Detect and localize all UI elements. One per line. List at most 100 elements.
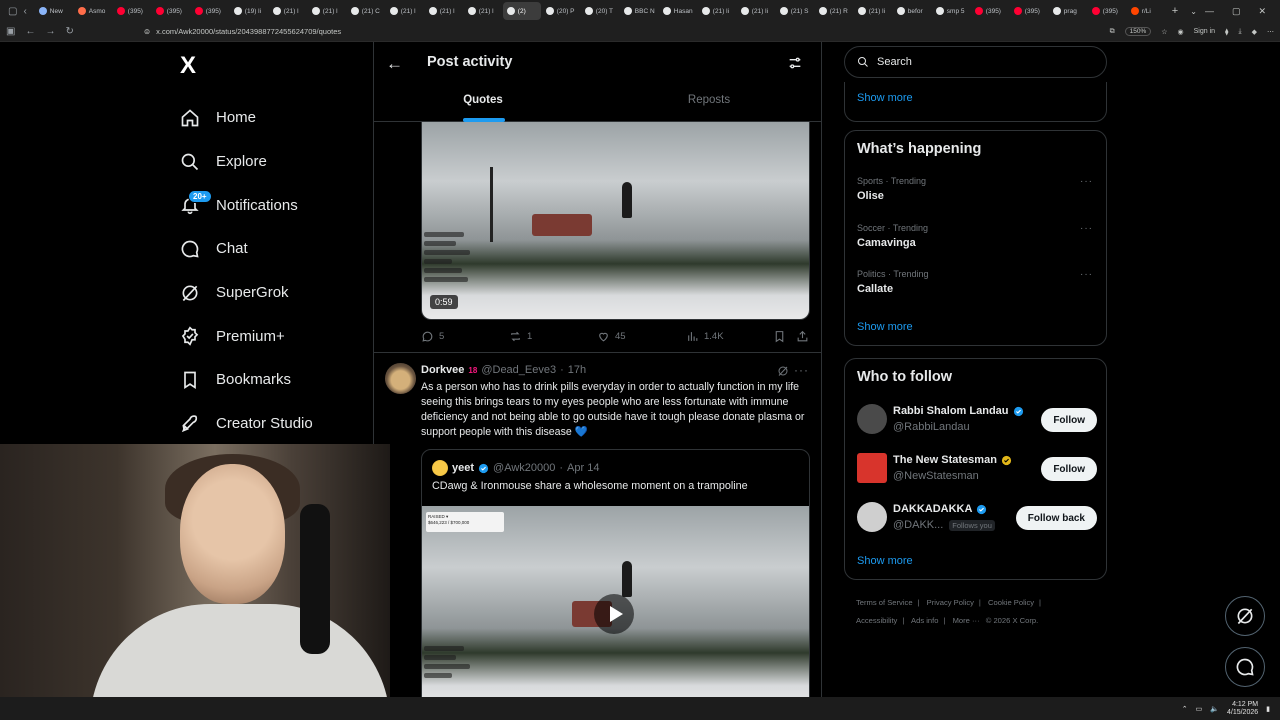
more-options-icon[interactable]: ···: [1080, 176, 1093, 187]
volume-icon[interactable]: 🔈: [1210, 705, 1219, 713]
forward-button[interactable]: →: [45, 26, 55, 37]
browser-tab[interactable]: (21) l: [464, 2, 502, 20]
tab-search-icon[interactable]: ⌄: [1190, 7, 1197, 16]
browser-tab[interactable]: (21) li: [854, 2, 892, 20]
downloads-icon[interactable]: ⤓: [1239, 28, 1242, 36]
footer-link[interactable]: Terms of Service: [856, 598, 913, 607]
browser-tab[interactable]: (21) l: [308, 2, 346, 20]
show-more-link[interactable]: Show more: [857, 321, 913, 333]
tab-quotes[interactable]: Quotes: [438, 94, 528, 106]
tab-reposts[interactable]: Reposts: [664, 94, 754, 106]
browser-tab[interactable]: (21) li: [698, 2, 736, 20]
nav-notifications[interactable]: 20+ Notifications: [180, 183, 370, 227]
browser-tab[interactable]: (21) l: [386, 2, 424, 20]
search-input[interactable]: Search: [844, 46, 1107, 78]
footer-link[interactable]: More ···: [953, 616, 980, 625]
copilot-icon[interactable]: ◆: [1252, 28, 1257, 36]
nav-chat[interactable]: Chat: [180, 227, 370, 271]
browser-tab[interactable]: (21) li: [737, 2, 775, 20]
tab-scroll-left-icon[interactable]: ‹: [23, 6, 26, 17]
show-more-link[interactable]: Show more: [857, 555, 913, 567]
messages-fab-button[interactable]: [1225, 647, 1265, 687]
bookmark-post-icon[interactable]: [773, 330, 786, 343]
avatar[interactable]: [857, 502, 887, 532]
install-icon[interactable]: ⧉: [1110, 28, 1115, 36]
network-icon[interactable]: ▭: [1196, 705, 1203, 713]
browser-tab[interactable]: New: [35, 2, 73, 20]
browser-tab[interactable]: (20) T: [581, 2, 619, 20]
sliders-icon[interactable]: [787, 55, 803, 71]
footer-link[interactable]: Privacy Policy: [927, 598, 974, 607]
trend-item[interactable]: Politics · Trending Callate ···: [857, 269, 1097, 295]
browser-tab[interactable]: smp 5: [932, 2, 970, 20]
browser-tab[interactable]: (21) C: [347, 2, 385, 20]
quoted-post[interactable]: yeet @Awk20000 · Apr 14 CDawg & Ironmous…: [421, 449, 810, 697]
trend-item[interactable]: Soccer · Trending Camavinga ···: [857, 223, 1097, 249]
follow-button[interactable]: Follow: [1041, 408, 1097, 432]
trend-item[interactable]: Sports · Trending Olise ···: [857, 176, 1097, 202]
follow-back-button[interactable]: Follow back: [1015, 506, 1097, 530]
browser-tab[interactable]: befor: [893, 2, 931, 20]
follow-suggestion[interactable]: The New Statesman @NewStatesman Follow: [857, 453, 1097, 487]
maximize-button[interactable]: ▢: [1232, 6, 1241, 17]
more-options-icon[interactable]: ···: [1080, 223, 1093, 234]
browser-tab[interactable]: (21) l: [425, 2, 463, 20]
browser-tab[interactable]: (20) P: [542, 2, 580, 20]
reload-button[interactable]: ↻: [65, 26, 73, 37]
extensions-icon[interactable]: ⧫: [1225, 28, 1228, 36]
views-button[interactable]: 1.4K: [686, 330, 724, 343]
browser-tab[interactable]: Asmo: [74, 2, 112, 20]
post-video-thumbnail[interactable]: 0:59: [421, 122, 810, 320]
x-logo[interactable]: X: [180, 52, 196, 80]
browser-tab[interactable]: (21) R: [815, 2, 853, 20]
browser-tab[interactable]: (395): [191, 2, 229, 20]
quote-post[interactable]: Dorkvee 18 @Dead_Eeve3 · 17h ··· As a pe…: [374, 352, 821, 697]
more-options-icon[interactable]: ···: [794, 363, 809, 377]
sidebar-toggle-icon[interactable]: ▣: [6, 26, 15, 37]
star-icon[interactable]: ☆: [1161, 28, 1167, 36]
play-button[interactable]: [594, 594, 634, 634]
follow-suggestion[interactable]: DAKKADAKKA @DAKK... Follows you Follow b…: [857, 502, 1097, 536]
nav-premium[interactable]: Premium+: [180, 314, 370, 358]
nav-explore[interactable]: Explore: [180, 140, 370, 184]
browser-tab[interactable]: Hasan: [659, 2, 697, 20]
share-icon[interactable]: [796, 330, 809, 343]
browser-tab[interactable]: r/Li: [1127, 2, 1165, 20]
browser-tab[interactable]: (395): [1088, 2, 1126, 20]
post-time[interactable]: 17h: [568, 364, 586, 376]
new-tab-button[interactable]: +: [1172, 5, 1178, 17]
zoom-badge[interactable]: 150%: [1124, 27, 1152, 36]
avatar[interactable]: [385, 363, 416, 394]
nav-supergrok[interactable]: SuperGrok: [180, 271, 370, 315]
browser-tab[interactable]: (395): [113, 2, 151, 20]
close-window-button[interactable]: ✕: [1258, 6, 1266, 17]
browser-tab[interactable]: BBC N: [620, 2, 658, 20]
nav-creator-studio[interactable]: Creator Studio: [180, 402, 370, 446]
tray-chevron-icon[interactable]: ⌃: [1182, 705, 1188, 713]
repost-button[interactable]: 1: [509, 330, 532, 343]
footer-link[interactable]: Accessibility: [856, 616, 897, 625]
tab-list-icon[interactable]: ▢: [8, 6, 17, 17]
show-more-link[interactable]: Show more: [857, 92, 913, 104]
reply-button[interactable]: 5: [421, 330, 444, 343]
browser-tab[interactable]: (395): [1010, 2, 1048, 20]
browser-tab[interactable]: (19) li: [230, 2, 268, 20]
follow-suggestion[interactable]: Rabbi Shalom Landau @RabbiLandau Follow: [857, 404, 1097, 438]
address-bar[interactable]: ⊜ x.com/Awk20000/status/2043988772455624…: [83, 23, 1100, 40]
more-options-icon[interactable]: ···: [1080, 269, 1093, 280]
like-button[interactable]: 45: [597, 330, 626, 343]
footer-link[interactable]: Cookie Policy: [988, 598, 1034, 607]
author-handle[interactable]: @Dead_Eeve3: [481, 364, 556, 376]
grok-explain-icon[interactable]: [777, 365, 789, 377]
profile-icon[interactable]: ◉: [1178, 28, 1184, 36]
site-info-icon[interactable]: ⊜: [144, 27, 150, 36]
browser-tab[interactable]: (395): [152, 2, 190, 20]
taskbar-clock[interactable]: 4:12 PM 4/15/2026: [1227, 701, 1258, 717]
footer-link[interactable]: Ads info: [911, 616, 938, 625]
nav-home[interactable]: Home: [180, 96, 370, 140]
author-name[interactable]: Dorkvee: [421, 364, 464, 376]
menu-icon[interactable]: ⋯: [1267, 28, 1274, 36]
browser-tab[interactable]: prag: [1049, 2, 1087, 20]
quoted-video[interactable]: RAISED ▾ $646,223 / $700,000: [422, 506, 809, 697]
avatar[interactable]: [857, 453, 887, 483]
